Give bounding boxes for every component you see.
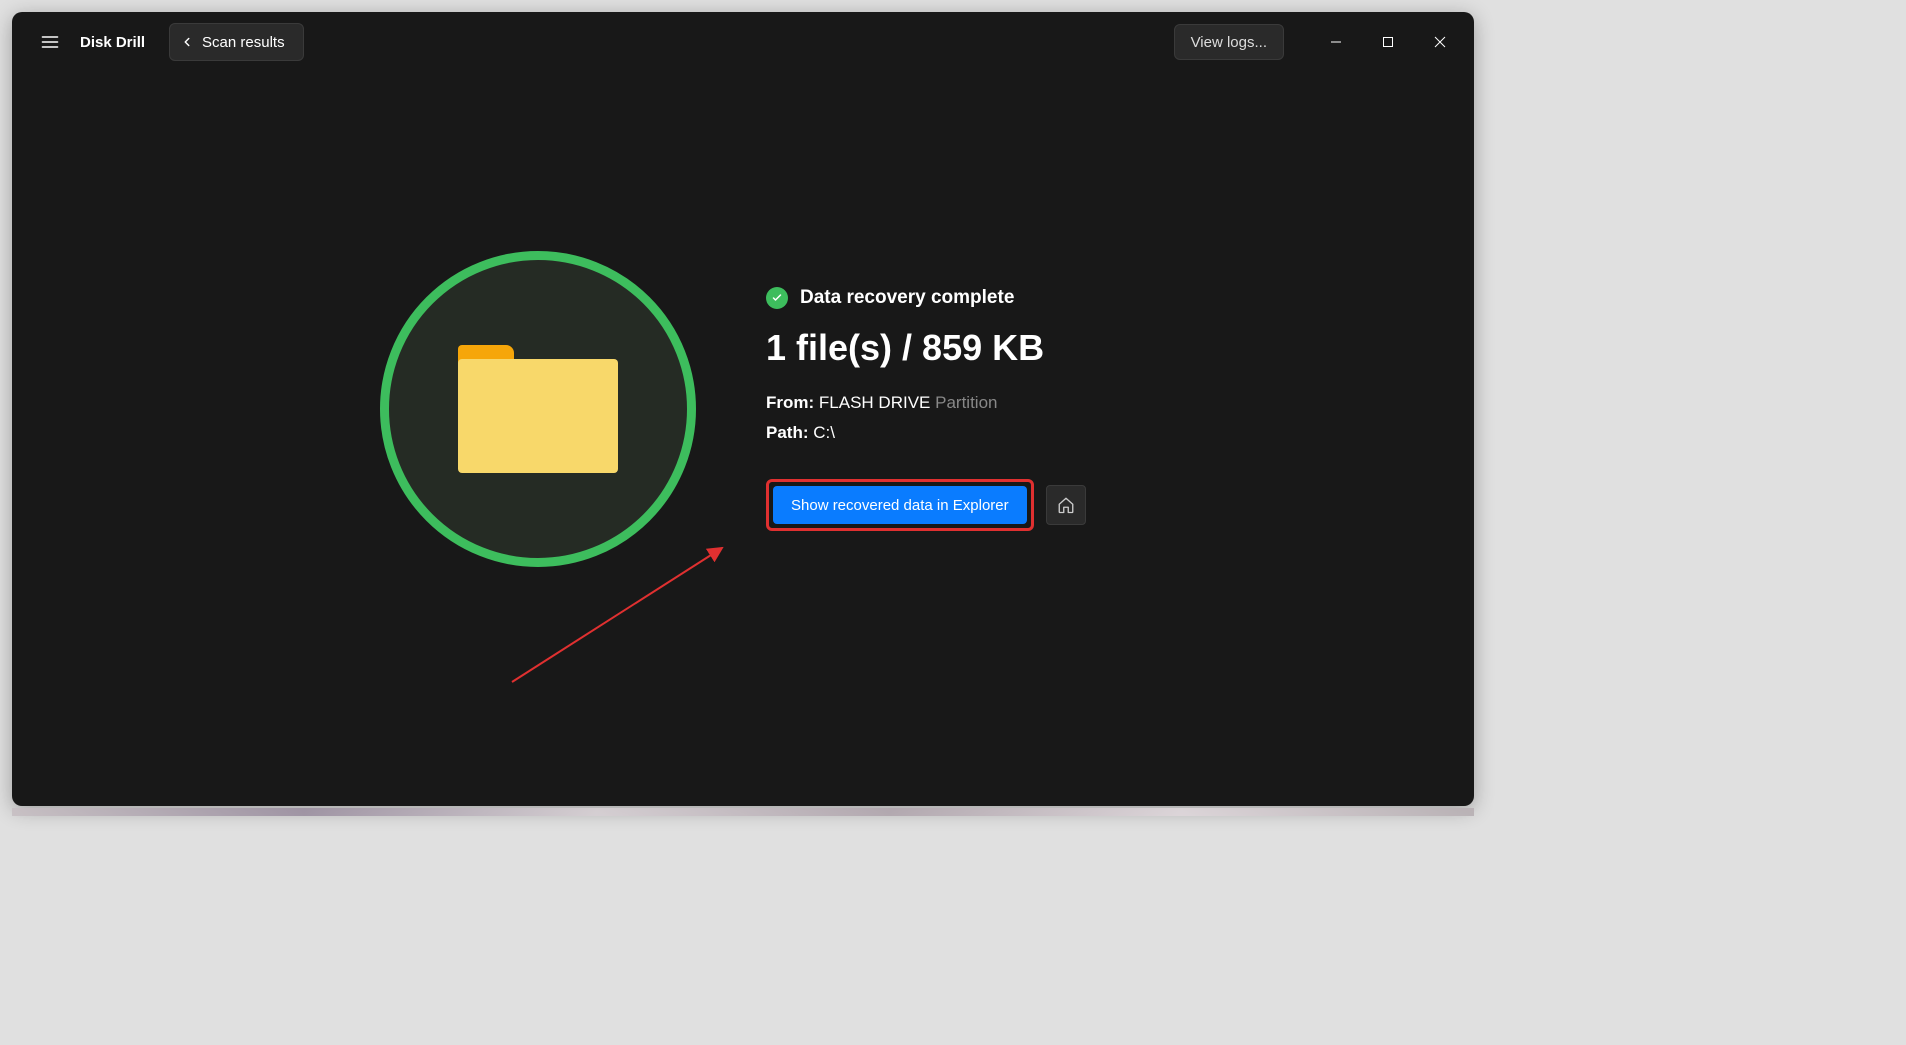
path-label: Path: bbox=[766, 423, 809, 442]
from-label: From: bbox=[766, 393, 814, 412]
from-suffix: Partition bbox=[935, 393, 997, 412]
app-window: Disk Drill Scan results View logs... bbox=[12, 12, 1474, 806]
success-badge bbox=[766, 287, 788, 309]
summary-heading: 1 file(s) / 859 KB bbox=[766, 327, 1106, 369]
hamburger-icon bbox=[40, 32, 60, 52]
hamburger-button[interactable] bbox=[30, 22, 70, 62]
view-logs-label: View logs... bbox=[1191, 34, 1267, 51]
titlebar: Disk Drill Scan results View logs... bbox=[12, 12, 1474, 72]
back-label: Scan results bbox=[202, 34, 285, 51]
from-value: FLASH DRIVE bbox=[819, 393, 930, 412]
chevron-left-icon bbox=[180, 35, 194, 49]
close-icon bbox=[1434, 36, 1446, 48]
app-title: Disk Drill bbox=[80, 34, 145, 51]
check-icon bbox=[771, 292, 783, 304]
window-controls bbox=[1312, 22, 1464, 62]
annotation-highlight: Show recovered data in Explorer bbox=[766, 479, 1034, 531]
result-graphic bbox=[380, 251, 696, 567]
maximize-button[interactable] bbox=[1364, 22, 1412, 62]
status-text: Data recovery complete bbox=[800, 287, 1014, 309]
minimize-icon bbox=[1330, 36, 1342, 48]
path-value: C:\ bbox=[813, 423, 835, 442]
show-in-explorer-button[interactable]: Show recovered data in Explorer bbox=[773, 486, 1027, 524]
path-line: Path: C:\ bbox=[766, 423, 1106, 443]
back-button[interactable]: Scan results bbox=[169, 23, 304, 61]
view-logs-button[interactable]: View logs... bbox=[1174, 24, 1284, 60]
result-panel: Data recovery complete 1 file(s) / 859 K… bbox=[766, 287, 1106, 531]
minimize-button[interactable] bbox=[1312, 22, 1360, 62]
maximize-icon bbox=[1382, 36, 1394, 48]
content-area: Data recovery complete 1 file(s) / 859 K… bbox=[12, 72, 1474, 806]
action-row: Show recovered data in Explorer bbox=[766, 479, 1106, 531]
from-line: From: FLASH DRIVE Partition bbox=[766, 393, 1106, 413]
home-button[interactable] bbox=[1046, 485, 1086, 525]
close-button[interactable] bbox=[1416, 22, 1464, 62]
home-icon bbox=[1057, 496, 1075, 514]
folder-icon bbox=[458, 345, 618, 473]
status-row: Data recovery complete bbox=[766, 287, 1106, 309]
desktop-background-strip bbox=[12, 808, 1474, 816]
